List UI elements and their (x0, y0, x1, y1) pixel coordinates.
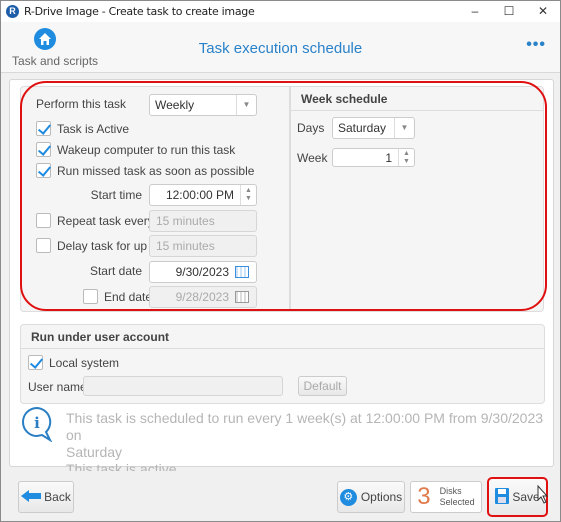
selected-label: Selected (439, 497, 475, 507)
back-label: Back (44, 490, 71, 504)
checkbox-icon[interactable] (83, 289, 98, 304)
end-date-checkbox[interactable]: End date (83, 289, 152, 304)
spinner-icon[interactable]: ▲ ▼ (398, 149, 414, 166)
start-time-value: 12:00:00 PM (165, 188, 234, 202)
page-title: Task execution schedule (198, 40, 363, 57)
back-button[interactable]: Back (18, 481, 74, 513)
start-time-field[interactable]: 12:00:00 PM ▲ ▼ (149, 184, 257, 206)
title-bar: R R-Drive Image - Create task to create … (1, 1, 560, 22)
calendar-icon[interactable] (235, 291, 249, 303)
options-label: Options (360, 490, 403, 504)
checkbox-icon[interactable] (36, 121, 51, 136)
days-select[interactable]: Saturday ▼ (332, 117, 415, 139)
perform-task-select[interactable]: Weekly ▼ (149, 94, 257, 116)
minimize-button[interactable]: – (458, 1, 492, 22)
perform-task-value: Weekly (155, 98, 195, 112)
calendar-icon[interactable] (235, 266, 249, 278)
schedule-summary: This task is scheduled to run every 1 we… (66, 410, 546, 478)
week-label: Week (297, 151, 328, 165)
save-label: Save (512, 490, 540, 504)
delay-task-checkbox[interactable]: Delay task for up to (36, 238, 160, 253)
checkbox-icon[interactable] (28, 355, 43, 370)
week-schedule-title: Week schedule (291, 87, 543, 111)
default-button[interactable]: Default (298, 376, 347, 396)
checkbox-icon[interactable] (36, 213, 51, 228)
end-date-field[interactable]: 9/28/2023 (149, 286, 257, 308)
week-value: 1 (385, 150, 392, 165)
start-date-label: Start date (89, 264, 142, 278)
app-logo-icon: R (6, 5, 19, 18)
repeat-task-checkbox[interactable]: Repeat task every (36, 213, 154, 228)
repeat-task-label: Repeat task every (57, 213, 154, 228)
end-date-label: End date (104, 289, 153, 304)
start-date-field[interactable]: 9/30/2023 (149, 261, 257, 283)
user-account-panel: Run under user account Local system User… (20, 324, 545, 404)
run-missed-checkbox[interactable]: Run missed task as soon as possible (36, 163, 254, 178)
task-active-label: Task is Active (57, 121, 130, 136)
spinner-icon[interactable]: ▲ ▼ (240, 185, 256, 205)
footer-bar: Back ⚙ Options 3 Disks Selected Save (1, 471, 560, 521)
summary-line-2: Saturday (66, 444, 123, 460)
username-label: User name (28, 380, 87, 394)
arrow-left-icon (21, 489, 42, 505)
header-bar: Task and scripts Task execution schedule… (1, 22, 560, 73)
username-input[interactable] (83, 376, 283, 396)
days-value: Saturday (338, 121, 387, 135)
checkbox-icon[interactable] (36, 238, 51, 253)
summary-line-1: This task is scheduled to run every 1 we… (66, 410, 544, 443)
info-icon: i (20, 406, 54, 445)
content-area: Perform this task Weekly ▼ Task is Activ… (9, 79, 554, 477)
schedule-panel: Perform this task Weekly ▼ Task is Activ… (20, 86, 290, 312)
chevron-down-icon: ▼ (394, 118, 414, 138)
more-options-button[interactable]: ••• (526, 36, 546, 54)
local-system-label: Local system (49, 355, 120, 370)
run-missed-label: Run missed task as soon as possible (57, 163, 255, 178)
close-button[interactable]: ✕ (526, 1, 560, 22)
user-account-title: Run under user account (21, 325, 544, 349)
app-window: R R-Drive Image - Create task to create … (0, 0, 561, 522)
wakeup-label: Wakeup computer to run this task (57, 142, 236, 157)
local-system-checkbox[interactable]: Local system (28, 355, 119, 370)
repeat-interval-value: 15 minutes (156, 214, 215, 228)
week-schedule-panel: Week schedule Days Saturday ▼ Week 1 ▲ ▼ (290, 86, 544, 312)
start-date-value: 9/30/2023 (175, 265, 229, 279)
delay-interval-field[interactable]: 15 minutes (149, 235, 257, 257)
disks-label: Disks (439, 486, 462, 496)
days-label: Days (297, 121, 325, 135)
gear-icon: ⚙ (339, 488, 357, 506)
svg-text:i: i (34, 414, 40, 432)
perform-task-label: Perform this task (36, 97, 127, 111)
repeat-interval-field[interactable]: 15 minutes (149, 210, 257, 232)
mouse-cursor-icon (537, 484, 549, 508)
chevron-down-icon: ▼ (236, 95, 256, 115)
week-interval-field[interactable]: 1 ▲ ▼ (332, 148, 415, 167)
task-active-checkbox[interactable]: Task is Active (36, 121, 129, 136)
disks-count: 3 (417, 483, 431, 510)
options-button[interactable]: ⚙ Options (337, 481, 405, 513)
delay-task-label: Delay task for up to (57, 238, 161, 253)
end-date-value: 9/28/2023 (175, 290, 229, 304)
save-icon (495, 487, 510, 507)
window-title: R-Drive Image - Create task to create im… (24, 5, 255, 18)
disks-selected-button[interactable]: 3 Disks Selected (410, 481, 482, 513)
wakeup-checkbox[interactable]: Wakeup computer to run this task (36, 142, 235, 157)
checkbox-icon[interactable] (36, 142, 51, 157)
maximize-button[interactable]: ☐ (492, 1, 526, 22)
delay-interval-value: 15 minutes (156, 239, 215, 253)
start-time-label: Start time (90, 188, 142, 202)
checkbox-icon[interactable] (36, 163, 51, 178)
